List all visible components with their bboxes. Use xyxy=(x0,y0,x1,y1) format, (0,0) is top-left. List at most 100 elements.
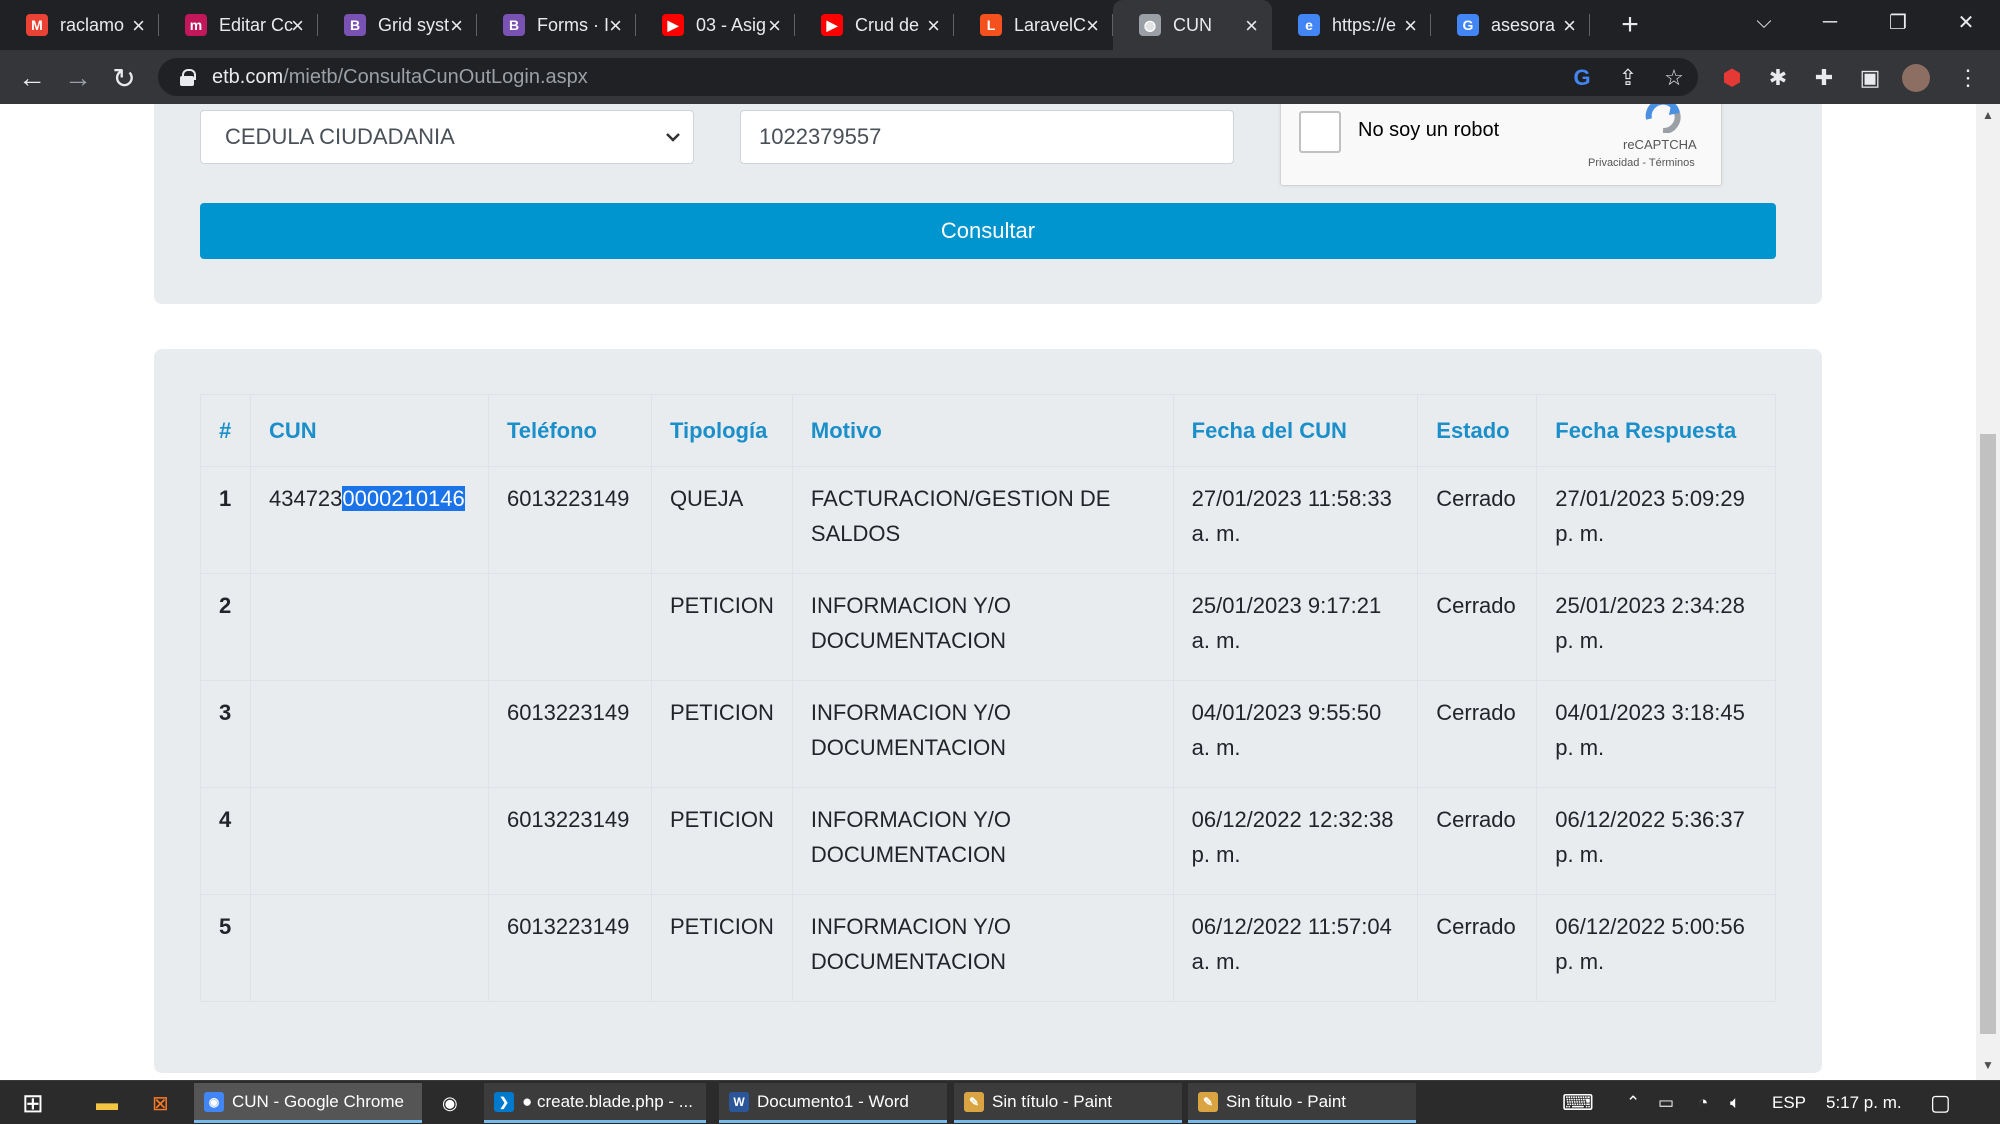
tab-1[interactable]: m Editar Cc × xyxy=(159,0,318,50)
cell-cun xyxy=(249,573,489,681)
tab-6[interactable]: L LaravelC × xyxy=(954,0,1113,50)
reload-icon[interactable]: ↻ xyxy=(106,60,142,96)
cell-fecha-cun: 04/01/2023 9:55:50 a. m. xyxy=(1172,680,1419,788)
cell-motivo: INFORMACION Y/O DOCUMENTACION xyxy=(791,680,1174,788)
cell-cun xyxy=(249,787,489,895)
close-tab-icon[interactable]: × xyxy=(1563,13,1576,39)
close-window-button[interactable]: ✕ xyxy=(1938,0,1994,44)
close-tab-icon[interactable]: × xyxy=(1086,13,1099,39)
restore-button[interactable]: ❐ xyxy=(1870,0,1926,44)
keyboard-icon[interactable]: ⌨ xyxy=(1562,1081,1594,1125)
tab-9[interactable]: Gasesora × xyxy=(1431,0,1590,50)
close-tab-icon[interactable]: × xyxy=(1404,13,1417,39)
address-bar[interactable]: etb.com/mietb/ConsultaCunOutLogin.aspx xyxy=(158,58,1698,96)
app-circle-icon[interactable]: ◉ xyxy=(442,1081,458,1125)
wifi-icon[interactable]: ◔ xyxy=(1698,1081,1708,1125)
table-row: 5 6013223149 PETICION INFORMACION Y/O DOCUM… xyxy=(200,894,1776,1002)
taskbar-window-2[interactable]: W Documento1 - Word xyxy=(719,1083,947,1123)
cell-fecha-respuesta: 06/12/2022 5:00:56 p. m. xyxy=(1536,894,1776,1002)
new-tab-button[interactable]: + xyxy=(1610,5,1650,45)
tab-strip: Mraclamo × m Editar Cc × B Grid syst × B Forms · … xyxy=(0,0,2000,50)
clock[interactable]: 5:17 p. m. xyxy=(1826,1081,1902,1125)
recaptcha-checkbox[interactable] xyxy=(1299,111,1341,153)
column-header: Fecha Respuesta xyxy=(1536,394,1776,467)
xampp-icon[interactable]: ⊠ xyxy=(152,1081,169,1125)
page-scrollbar[interactable]: ▲ ▼ xyxy=(1976,104,2000,1080)
bookmark-star-icon[interactable]: ☆ xyxy=(1660,64,1688,92)
tab-title: asesora xyxy=(1491,14,1556,35)
language-indicator[interactable]: ESP xyxy=(1772,1081,1806,1125)
tab-8[interactable]: e https://e × xyxy=(1272,0,1431,50)
menu-kebab-icon[interactable]: ⋮ xyxy=(1954,64,1982,92)
volume-icon[interactable]: 🔈︎ xyxy=(1730,1081,1740,1125)
cell-fecha-respuesta: 04/01/2023 3:18:45 p. m. xyxy=(1536,680,1776,788)
recaptcha-terms-link[interactable]: Privacidad - Términos xyxy=(1588,157,1695,169)
youtube-icon: ▶ xyxy=(662,14,684,36)
cell-tipologia: QUEJA xyxy=(650,466,793,574)
profile-avatar[interactable] xyxy=(1902,64,1930,92)
taskbar-window-4[interactable]: ✎ Sin título - Paint xyxy=(1188,1083,1416,1123)
close-tab-icon[interactable]: × xyxy=(1245,13,1258,39)
cell-num: 2 xyxy=(200,573,251,681)
tab-title: raclamo xyxy=(60,14,125,35)
tab-separator xyxy=(1589,14,1590,36)
battery-icon[interactable]: ▭ xyxy=(1658,1081,1674,1125)
tab-5[interactable]: ▶ Crud de × xyxy=(795,0,954,50)
file-explorer-icon[interactable]: ▬ xyxy=(96,1081,118,1125)
recaptcha-logo-icon xyxy=(1645,104,1681,133)
tab-7[interactable]: ◍ CUN × xyxy=(1113,0,1272,50)
column-header: Fecha del CUN xyxy=(1172,394,1419,467)
document-number-value: 1022379557 xyxy=(759,124,882,149)
taskbar-window-label: Sin título - Paint xyxy=(1226,1091,1347,1111)
extension-icon[interactable]: ✱ xyxy=(1764,64,1792,92)
back-icon[interactable]: ← xyxy=(14,60,50,96)
tab-4[interactable]: ▶ 03 - Asig × xyxy=(636,0,795,50)
google-lens-icon[interactable]: G xyxy=(1568,64,1596,92)
gmail-icon: M xyxy=(26,14,48,36)
document-type-select[interactable]: CEDULA CIUDADANIA xyxy=(200,110,694,164)
tray-chevron-icon[interactable]: ⌃ xyxy=(1626,1081,1640,1125)
close-tab-icon[interactable]: × xyxy=(450,13,463,39)
close-tab-icon[interactable]: × xyxy=(768,13,781,39)
scrollbar-thumb[interactable] xyxy=(1980,434,1996,1034)
cell-num: 4 xyxy=(200,787,251,895)
taskbar-window-0[interactable]: ◉ CUN - Google Chrome xyxy=(194,1083,422,1123)
extension-shield-icon[interactable]: ⬢ xyxy=(1718,64,1746,92)
bootstrap-icon: B xyxy=(344,14,366,36)
cell-motivo: INFORMACION Y/O DOCUMENTACION xyxy=(791,573,1174,681)
share-icon[interactable]: ⇪ xyxy=(1614,64,1642,92)
tab-search-icon[interactable]: ⌵ xyxy=(1736,0,1792,44)
document-number-input[interactable]: 1022379557 xyxy=(740,110,1234,164)
minimize-button[interactable]: ─ xyxy=(1802,0,1858,44)
notifications-icon[interactable]: ▢ xyxy=(1930,1081,1951,1125)
tab-3[interactable]: B Forms · I × xyxy=(477,0,636,50)
close-tab-icon[interactable]: × xyxy=(609,13,622,39)
close-tab-icon[interactable]: × xyxy=(291,13,304,39)
consultar-button[interactable]: Consultar xyxy=(200,203,1776,259)
recaptcha-widget: No soy un robot reCAPTCHA Privacidad - T… xyxy=(1280,104,1722,186)
taskbar-window-3[interactable]: ✎ Sin título - Paint xyxy=(954,1083,1182,1123)
forward-icon[interactable]: → xyxy=(60,60,96,96)
vscode-icon: ❯ xyxy=(494,1091,514,1112)
tab-title: LaravelC xyxy=(1014,14,1087,35)
close-tab-icon[interactable]: × xyxy=(927,13,940,39)
cell-fecha-cun: 27/01/2023 11:58:33 a. m. xyxy=(1172,466,1419,574)
cell-telefono xyxy=(487,573,652,681)
youtube-icon: ▶ xyxy=(821,14,843,36)
close-tab-icon[interactable]: × xyxy=(132,13,145,39)
scroll-down-icon[interactable]: ▼ xyxy=(1982,1058,1994,1072)
tab-title: Forms · I xyxy=(537,14,609,35)
tab-0[interactable]: Mraclamo × xyxy=(0,0,159,50)
taskbar-window-1[interactable]: ❯ ● create.blade.php - ... xyxy=(484,1083,706,1123)
tab-2[interactable]: B Grid syst × xyxy=(318,0,477,50)
taskbar-window-label: Documento1 - Word xyxy=(757,1091,909,1111)
extensions-puzzle-icon[interactable]: ✚ xyxy=(1810,64,1838,92)
lock-icon[interactable] xyxy=(180,69,196,86)
cell-tipologia: PETICION xyxy=(650,680,793,788)
cell-fecha-respuesta: 27/01/2023 5:09:29 p. m. xyxy=(1536,466,1776,574)
task-view-icon[interactable]: ⊞ xyxy=(22,1081,44,1125)
scroll-up-icon[interactable]: ▲ xyxy=(1982,108,1994,122)
cell-cun xyxy=(249,894,489,1002)
side-panel-icon[interactable]: ▣ xyxy=(1856,64,1884,92)
cell-fecha-respuesta: 25/01/2023 2:34:28 p. m. xyxy=(1536,573,1776,681)
